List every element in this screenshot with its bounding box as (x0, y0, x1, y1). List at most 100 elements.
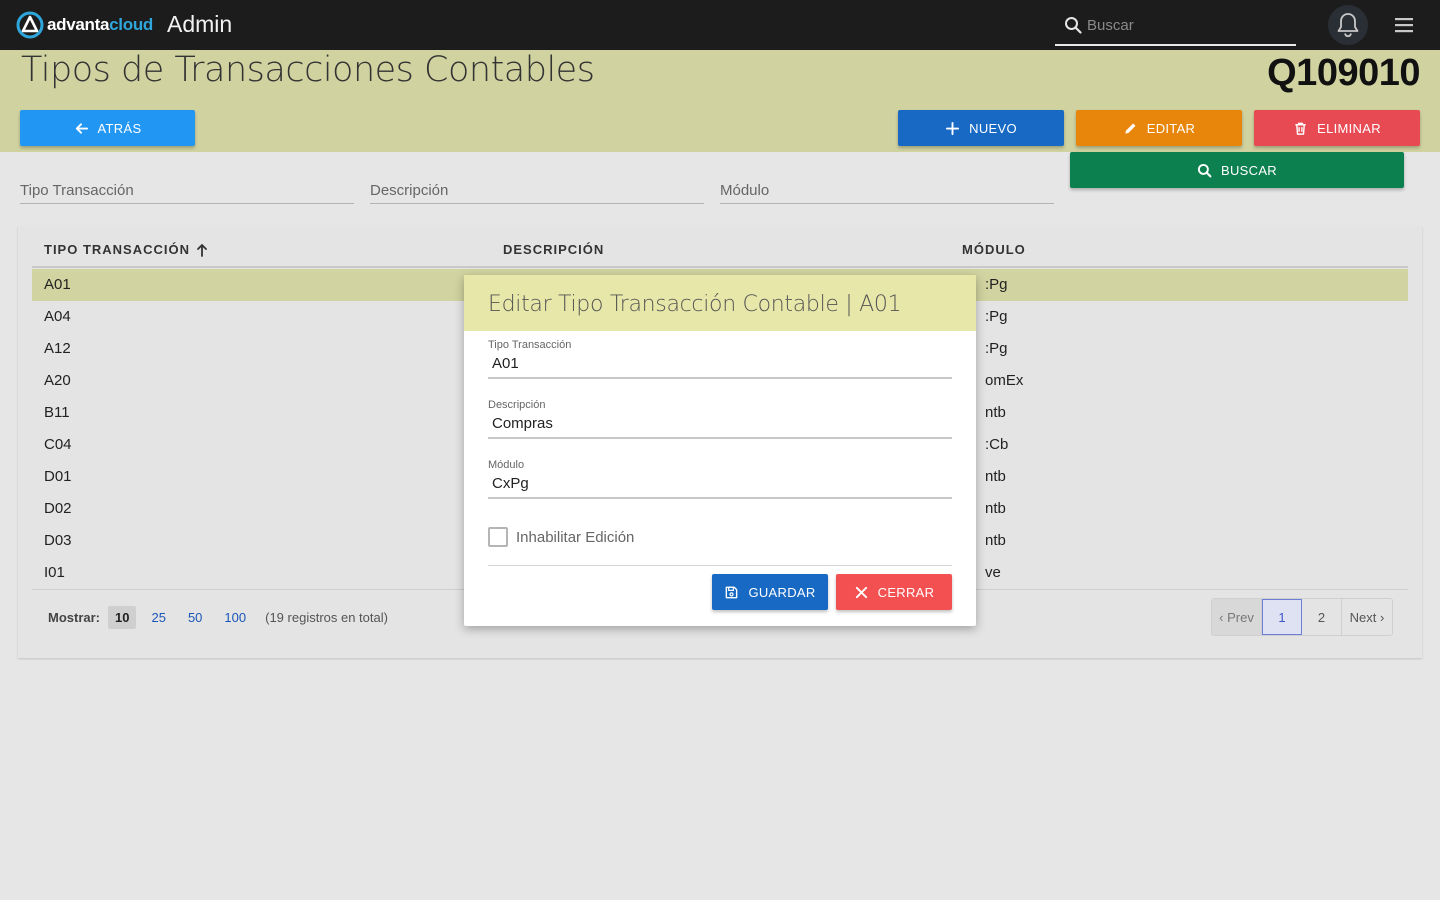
column-header-modulo[interactable]: MÓDULO (962, 242, 1026, 257)
global-search-input[interactable] (1087, 13, 1287, 37)
notifications-button[interactable] (1328, 5, 1368, 45)
pencil-icon (1125, 123, 1136, 134)
close-button-label: CERRAR (877, 584, 935, 600)
cell-tipo: A04 (44, 308, 71, 325)
pagination: ‹ Prev 1 2 Next › (1211, 598, 1393, 636)
close-button[interactable]: CERRAR (836, 574, 952, 610)
cell-modulo: omEx (985, 372, 1024, 389)
dialog-header: Editar Tipo Transacción Contable | A01 (464, 275, 976, 331)
disable-edit-label: Inhabilitar Edición (516, 528, 635, 546)
cell-modulo: :Pg (985, 276, 1008, 293)
table-header: TIPO TRANSACCIÓN DESCRIPCIÓN MÓDULO (32, 226, 1408, 268)
search-button-label: BUSCAR (1221, 162, 1277, 178)
column-header-descripcion[interactable]: DESCRIPCIÓN (503, 242, 604, 257)
field-label: Tipo Transacción (488, 339, 572, 351)
field-modulo: Módulo (488, 451, 952, 499)
field-tipo-transaccion: Tipo Transacción (488, 331, 952, 379)
search-button[interactable]: BUSCAR (1070, 152, 1404, 188)
page-size-selector: Mostrar: 10 25 50 100 (19 registros en t… (48, 602, 388, 632)
cell-modulo: ntb (985, 404, 1006, 421)
global-search (1055, 8, 1296, 46)
page-size-option-50[interactable]: 50 (181, 606, 209, 629)
arrow-left-icon (75, 122, 88, 134)
disable-edit-option[interactable]: Inhabilitar Edición (488, 527, 634, 547)
pagination-next[interactable]: Next › (1342, 599, 1392, 635)
plus-icon (946, 121, 960, 135)
bell-icon (1337, 13, 1359, 38)
page-size-label: Mostrar: (48, 609, 101, 625)
cell-modulo: :Pg (985, 308, 1008, 325)
arrow-up-icon (197, 243, 207, 257)
filter-modulo (720, 178, 1054, 204)
search-icon (1065, 17, 1082, 34)
tipo-transaccion-input[interactable] (492, 352, 942, 374)
cell-tipo: D03 (44, 532, 72, 549)
back-button[interactable]: ATRÁS (20, 110, 195, 146)
hamburger-menu-icon (1395, 18, 1413, 33)
dialog-title: Editar Tipo Transacción Contable | A01 (488, 292, 902, 317)
save-button[interactable]: GUARDAR (712, 574, 828, 610)
save-button-label: GUARDAR (748, 584, 816, 600)
trash-icon (1295, 122, 1306, 135)
edit-dialog: Editar Tipo Transacción Contable | A01 T… (464, 275, 976, 626)
modulo-input[interactable] (492, 472, 942, 494)
cell-tipo: A01 (44, 276, 71, 293)
dialog-divider (488, 565, 952, 566)
filter-tipo-transaccion-input[interactable] (20, 178, 354, 202)
new-button-label: NUEVO (969, 120, 1017, 136)
cell-tipo: I01 (44, 564, 65, 581)
cell-modulo: ntb (985, 468, 1006, 485)
main-menu-button[interactable] (1392, 15, 1416, 35)
page-code: Q109010 (1267, 52, 1420, 94)
new-button[interactable]: NUEVO (898, 110, 1064, 146)
cell-modulo: ntb (985, 500, 1006, 517)
cell-tipo: D02 (44, 500, 72, 517)
column-header-label: MÓDULO (962, 242, 1026, 257)
cell-tipo: C04 (44, 436, 72, 453)
logo-text-cloud: cloud (109, 15, 153, 34)
cell-modulo: ve (985, 564, 1001, 581)
page-size-option-10[interactable]: 10 (108, 605, 137, 629)
field-label: Módulo (488, 459, 525, 471)
field-label: Descripción (488, 399, 546, 411)
total-records-text: (19 registros en total) (265, 609, 388, 625)
filter-modulo-input[interactable] (720, 178, 1054, 202)
filter-descripcion-input[interactable] (370, 178, 704, 202)
floppy-disk-icon (726, 586, 738, 598)
page-size-option-100[interactable]: 100 (217, 606, 253, 629)
cell-tipo: A20 (44, 372, 71, 389)
app-name: Admin (167, 11, 233, 37)
filter-tipo-transaccion (20, 178, 354, 204)
pagination-prev[interactable]: ‹ Prev (1212, 599, 1262, 635)
top-navbar: advantacloud Admin (0, 0, 1440, 50)
descripcion-input[interactable] (492, 412, 942, 434)
cell-tipo: B11 (44, 404, 70, 421)
cell-modulo: :Pg (985, 340, 1008, 357)
page-title: Tipos de Transacciones Contables (21, 50, 595, 90)
edit-button[interactable]: EDITAR (1076, 110, 1242, 146)
delete-button-label: ELIMINAR (1317, 120, 1381, 136)
column-header-label: DESCRIPCIÓN (503, 242, 605, 257)
filter-descripcion (370, 178, 704, 204)
page-size-option-25[interactable]: 25 (144, 606, 172, 629)
back-button-label: ATRÁS (97, 120, 142, 136)
cell-modulo: :Cb (985, 436, 1009, 453)
delete-button[interactable]: ELIMINAR (1254, 110, 1420, 146)
edit-button-label: EDITAR (1146, 120, 1196, 136)
field-descripcion: Descripción (488, 391, 952, 439)
cell-tipo: D01 (44, 468, 72, 485)
advanta-logo-icon (16, 11, 44, 39)
cell-modulo: ntb (985, 532, 1006, 549)
app-logo[interactable]: advantacloud (16, 11, 153, 39)
column-header-tipo-transaccion[interactable]: TIPO TRANSACCIÓN (44, 242, 208, 257)
page-header: Tipos de Transacciones Contables Q109010… (0, 50, 1440, 152)
cell-tipo: A12 (44, 340, 71, 357)
logo-wordmark: advantacloud (47, 15, 153, 35)
column-header-label: TIPO TRANSACCIÓN (44, 242, 190, 257)
disable-edit-checkbox[interactable] (488, 527, 508, 547)
search-icon (1197, 163, 1212, 177)
close-icon (855, 586, 867, 598)
logo-text-advanta: advanta (47, 15, 110, 34)
pagination-page-1[interactable]: 1 (1262, 599, 1302, 635)
pagination-page-2[interactable]: 2 (1302, 599, 1342, 635)
